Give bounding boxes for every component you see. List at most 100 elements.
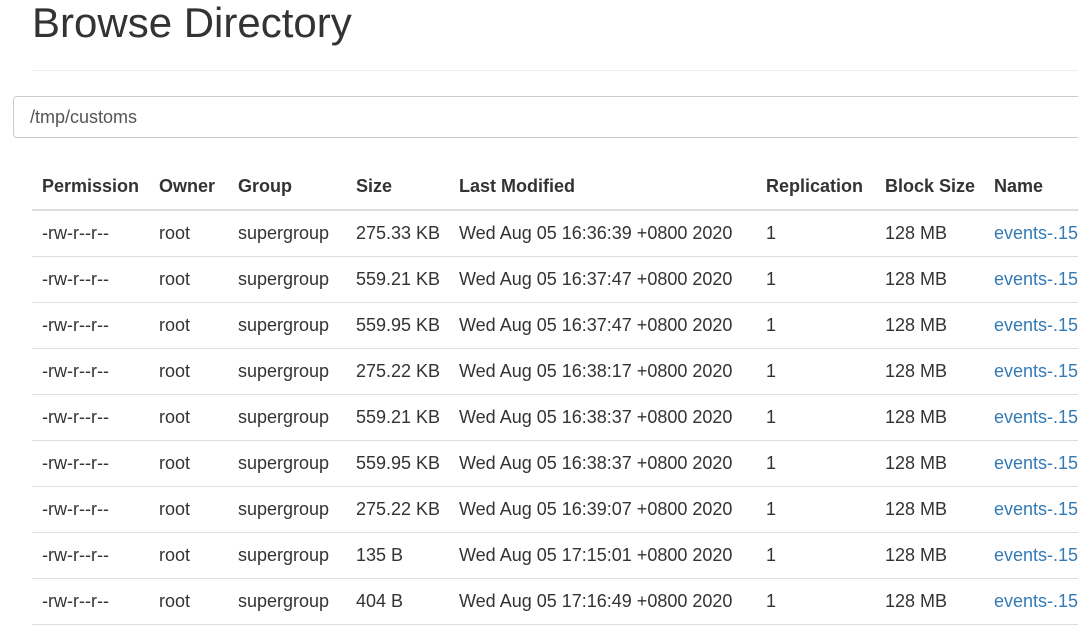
cell-replication: 1 <box>756 302 875 349</box>
file-name-link[interactable]: events-.15 <box>994 223 1078 243</box>
cell-group: supergroup <box>228 394 346 441</box>
cell-size: 559.21 KB <box>346 256 449 303</box>
cell-block-size: 128 MB <box>875 210 984 257</box>
cell-replication: 1 <box>756 210 875 257</box>
cell-block-size: 128 MB <box>875 440 984 487</box>
page-title: Browse Directory <box>32 0 352 46</box>
file-name-link[interactable]: events-.15 <box>994 361 1078 381</box>
column-header-owner[interactable]: Owner <box>149 163 228 211</box>
cell-owner: root <box>149 486 228 533</box>
cell-size: 135 B <box>346 532 449 579</box>
cell-size: 559.95 KB <box>346 440 449 487</box>
cell-permission: -rw-r--r-- <box>32 256 149 303</box>
cell-replication: 1 <box>756 578 875 625</box>
cell-last-modified: Wed Aug 05 16:39:07 +0800 2020 <box>449 486 756 533</box>
cell-last-modified: Wed Aug 05 16:37:47 +0800 2020 <box>449 302 756 349</box>
cell-replication: 1 <box>756 532 875 579</box>
directory-listing-table: Permission Owner Group Size Last Modifie… <box>32 163 1078 625</box>
cell-name: events-.15 <box>984 394 1078 441</box>
cell-owner: root <box>149 440 228 487</box>
cell-group: supergroup <box>228 348 346 395</box>
file-name-link[interactable]: events-.15 <box>994 453 1078 473</box>
cell-replication: 1 <box>756 440 875 487</box>
file-name-link[interactable]: events-.15 <box>994 499 1078 519</box>
cell-owner: root <box>149 302 228 349</box>
cell-last-modified: Wed Aug 05 16:38:37 +0800 2020 <box>449 440 756 487</box>
cell-owner: root <box>149 348 228 395</box>
table-row: -rw-r--r-- root supergroup 559.95 KB Wed Aug… <box>32 302 1078 349</box>
cell-permission: -rw-r--r-- <box>32 440 149 487</box>
column-header-block-size[interactable]: Block Size <box>875 163 984 211</box>
cell-block-size: 128 MB <box>875 302 984 349</box>
cell-size: 275.33 KB <box>346 210 449 257</box>
cell-owner: root <box>149 256 228 303</box>
table-row: -rw-r--r-- root supergroup 135 B Wed Aug 05 … <box>32 532 1078 579</box>
file-name-link[interactable]: events-.15 <box>994 545 1078 565</box>
cell-permission: -rw-r--r-- <box>32 578 149 625</box>
column-header-name[interactable]: Name <box>984 163 1078 211</box>
cell-name: events-.15 <box>984 210 1078 257</box>
cell-block-size: 128 MB <box>875 394 984 441</box>
cell-group: supergroup <box>228 210 346 257</box>
cell-size: 275.22 KB <box>346 486 449 533</box>
cell-block-size: 128 MB <box>875 256 984 303</box>
cell-group: supergroup <box>228 532 346 579</box>
cell-name: events-.15 <box>984 532 1078 579</box>
cell-last-modified: Wed Aug 05 16:36:39 +0800 2020 <box>449 210 756 257</box>
table-header: Permission Owner Group Size Last Modifie… <box>32 163 1078 211</box>
cell-last-modified: Wed Aug 05 17:16:49 +0800 2020 <box>449 578 756 625</box>
cell-group: supergroup <box>228 256 346 303</box>
cell-owner: root <box>149 532 228 579</box>
cell-name: events-.15 <box>984 486 1078 533</box>
cell-owner: root <box>149 210 228 257</box>
cell-last-modified: Wed Aug 05 16:38:17 +0800 2020 <box>449 348 756 395</box>
cell-group: supergroup <box>228 440 346 487</box>
cell-replication: 1 <box>756 348 875 395</box>
cell-size: 559.21 KB <box>346 394 449 441</box>
file-name-link[interactable]: events-.15 <box>994 315 1078 335</box>
table-row: -rw-r--r-- root supergroup 559.21 KB Wed Aug… <box>32 256 1078 303</box>
column-header-replication[interactable]: Replication <box>756 163 875 211</box>
file-name-link[interactable]: events-.15 <box>994 269 1078 289</box>
cell-name: events-.15 <box>984 440 1078 487</box>
column-header-permission[interactable]: Permission <box>32 163 149 211</box>
cell-permission: -rw-r--r-- <box>32 394 149 441</box>
cell-group: supergroup <box>228 578 346 625</box>
cell-permission: -rw-r--r-- <box>32 532 149 579</box>
table-row: -rw-r--r-- root supergroup 275.33 KB Wed Aug… <box>32 210 1078 257</box>
column-header-last-modified[interactable]: Last Modified <box>449 163 756 211</box>
title-divider <box>32 70 1078 71</box>
cell-last-modified: Wed Aug 05 16:37:47 +0800 2020 <box>449 256 756 303</box>
directory-path-input[interactable] <box>13 96 1078 138</box>
cell-group: supergroup <box>228 302 346 349</box>
table-body: -rw-r--r-- root supergroup 275.33 KB Wed Aug… <box>32 210 1078 625</box>
cell-owner: root <box>149 394 228 441</box>
cell-replication: 1 <box>756 256 875 303</box>
table-row: -rw-r--r-- root supergroup 404 B Wed Aug 05 … <box>32 578 1078 625</box>
column-header-size[interactable]: Size <box>346 163 449 211</box>
table-row: -rw-r--r-- root supergroup 275.22 KB Wed Aug… <box>32 486 1078 533</box>
cell-block-size: 128 MB <box>875 532 984 579</box>
cell-last-modified: Wed Aug 05 17:15:01 +0800 2020 <box>449 532 756 579</box>
cell-block-size: 128 MB <box>875 578 984 625</box>
cell-last-modified: Wed Aug 05 16:38:37 +0800 2020 <box>449 394 756 441</box>
cell-group: supergroup <box>228 486 346 533</box>
cell-replication: 1 <box>756 486 875 533</box>
cell-block-size: 128 MB <box>875 348 984 395</box>
table-row: -rw-r--r-- root supergroup 275.22 KB Wed Aug… <box>32 348 1078 395</box>
cell-permission: -rw-r--r-- <box>32 486 149 533</box>
cell-name: events-.15 <box>984 348 1078 395</box>
table-row: -rw-r--r-- root supergroup 559.95 KB Wed Aug… <box>32 440 1078 487</box>
cell-size: 404 B <box>346 578 449 625</box>
cell-permission: -rw-r--r-- <box>32 348 149 395</box>
cell-size: 275.22 KB <box>346 348 449 395</box>
cell-owner: root <box>149 578 228 625</box>
cell-permission: -rw-r--r-- <box>32 210 149 257</box>
file-name-link[interactable]: events-.15 <box>994 591 1078 611</box>
column-header-group[interactable]: Group <box>228 163 346 211</box>
cell-name: events-.15 <box>984 578 1078 625</box>
cell-block-size: 128 MB <box>875 486 984 533</box>
file-name-link[interactable]: events-.15 <box>994 407 1078 427</box>
cell-replication: 1 <box>756 394 875 441</box>
table-row: -rw-r--r-- root supergroup 559.21 KB Wed Aug… <box>32 394 1078 441</box>
